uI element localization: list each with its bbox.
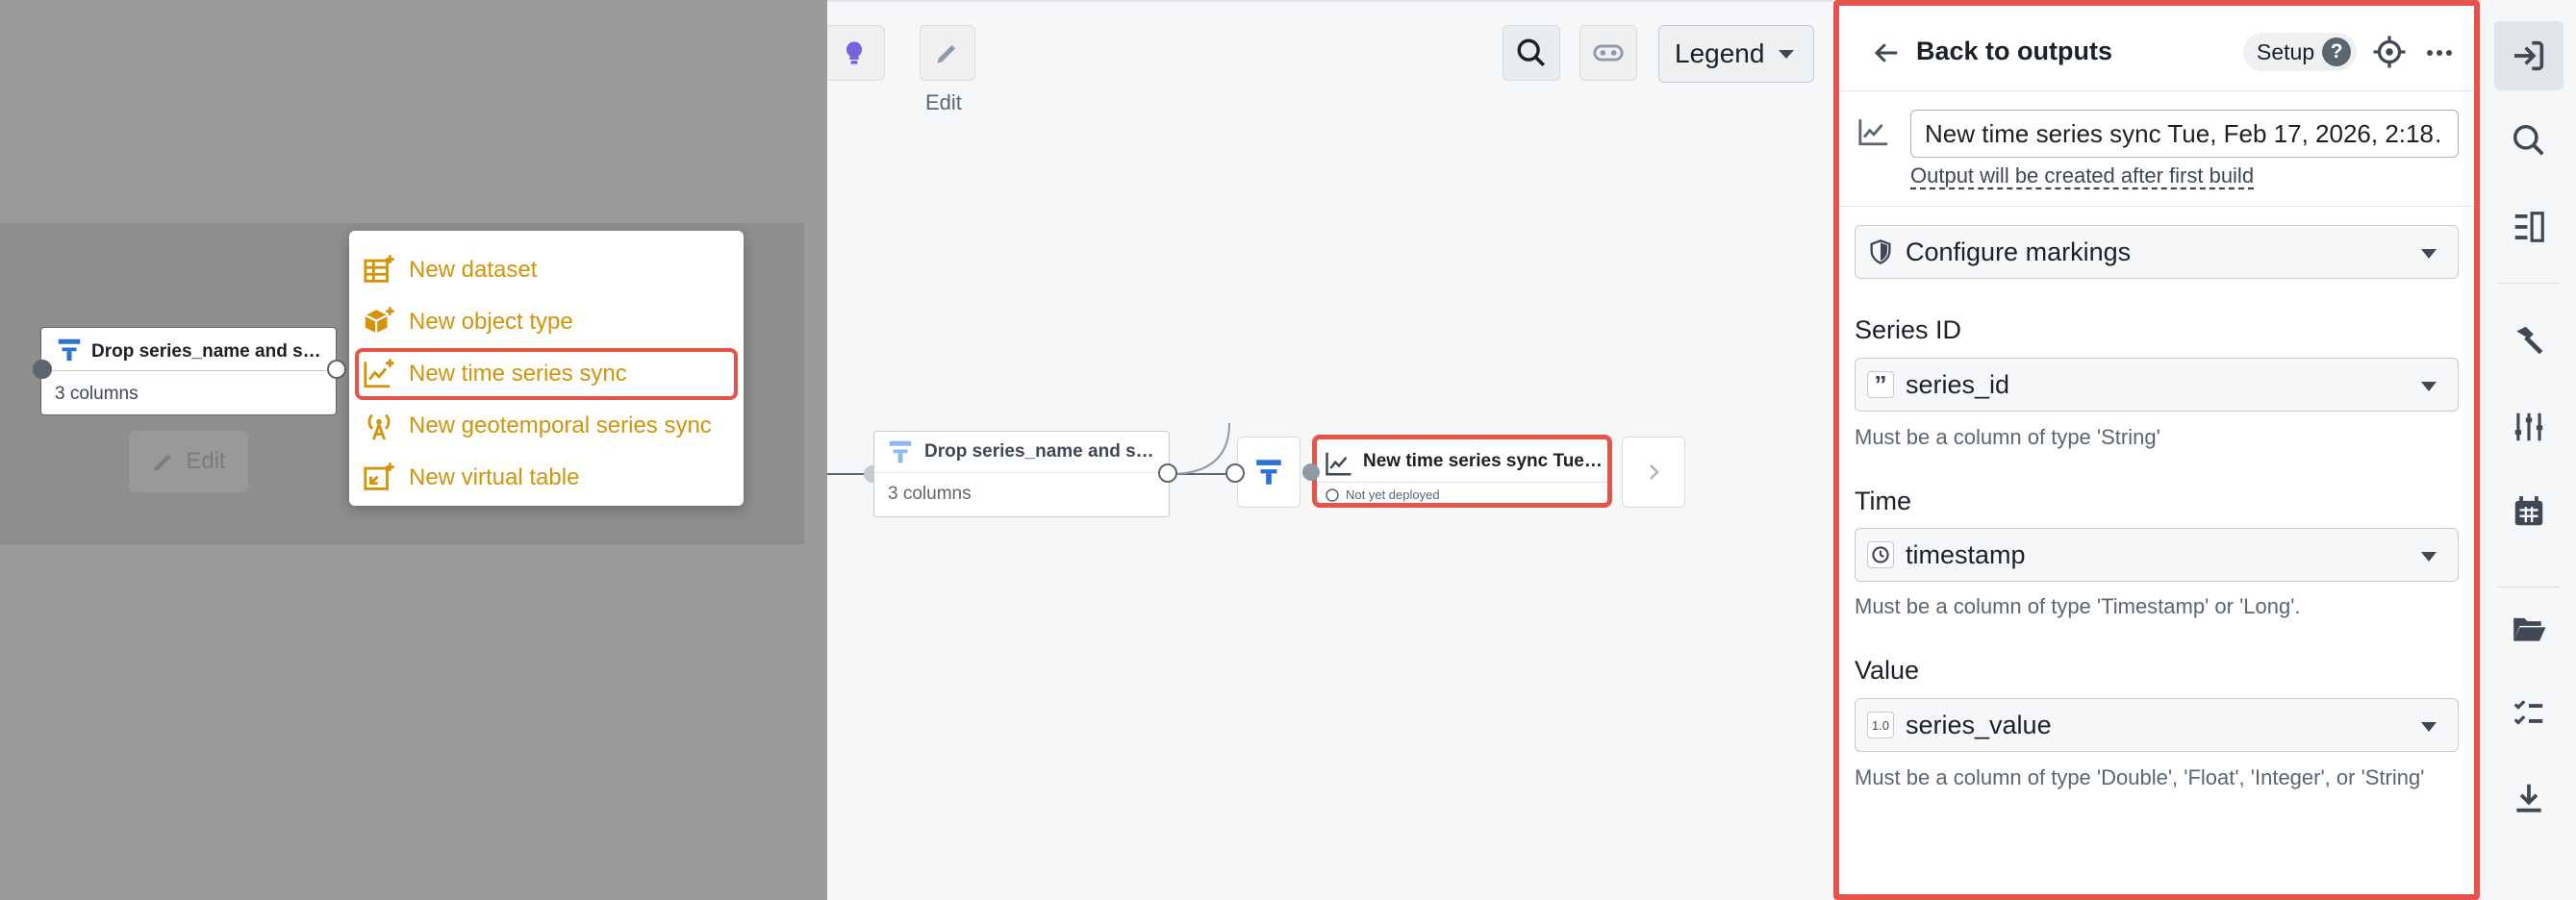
- menu-item-new-time-series-sync[interactable]: New time series sync: [349, 348, 744, 400]
- value-select[interactable]: 1.0 series_value: [1855, 698, 2459, 752]
- transform-icon: [58, 338, 81, 362]
- sliders-icon: [2514, 412, 2543, 441]
- shield-icon: [1870, 239, 1891, 264]
- rail-checks-button[interactable]: [2494, 679, 2563, 748]
- output-name-input[interactable]: [1910, 110, 2459, 158]
- transform-input-port[interactable]: [1225, 463, 1245, 483]
- menu-item-new-virtual-table[interactable]: New virtual table: [349, 452, 744, 504]
- series-id-label: Series ID: [1855, 315, 1962, 344]
- menu-item-new-geotemporal-series-sync[interactable]: New geotemporal series sync: [349, 400, 744, 452]
- timeseries-add-icon: [364, 359, 394, 388]
- transform-icon: [889, 440, 912, 463]
- value-label: Value: [1855, 656, 1920, 685]
- chevron-down-icon: [2421, 722, 2437, 732]
- locate-icon[interactable]: [2372, 35, 2407, 69]
- rail-parameters-button[interactable]: [2494, 392, 2563, 462]
- time-series-sync-node[interactable]: New time series sync Tue… Not yet deploy…: [1312, 435, 1612, 508]
- help-icon: ?: [2322, 38, 2352, 66]
- rail-files-button[interactable]: [2494, 594, 2563, 663]
- folder-open-icon: [2513, 617, 2546, 641]
- node-title: New time series sync Tue…: [1363, 451, 1603, 471]
- back-to-outputs-link[interactable]: Back to outputs: [1916, 37, 2112, 66]
- checklist-icon: [2513, 700, 2543, 725]
- menu-item-new-object-type[interactable]: New object type: [349, 296, 744, 348]
- dataset-add-icon: [364, 255, 394, 283]
- node-subtitle: 3 columns: [888, 484, 972, 504]
- pencil-icon: [154, 454, 171, 471]
- drop-columns-node[interactable]: Drop series_name and s… 3 columns: [873, 431, 1170, 517]
- series-id-select[interactable]: ” series_id: [1855, 358, 2459, 412]
- chevron-down-icon: [2421, 552, 2437, 562]
- layout-icon: [2514, 212, 2544, 242]
- timeseries-icon: [1858, 119, 1888, 146]
- configure-markings-select[interactable]: Configure markings: [1855, 225, 2459, 279]
- drop-columns-node[interactable]: Drop series_name and s… 3 columns: [40, 327, 337, 415]
- first-build-hint[interactable]: Output will be created after first build: [1910, 163, 2254, 188]
- transform-node-button[interactable]: [1237, 437, 1301, 508]
- pipeline-graph-canvas[interactable]: Edit Legend Drop series_name and s… 3 co…: [827, 0, 1833, 900]
- node-input-port[interactable]: [33, 360, 52, 379]
- rail-search-button[interactable]: [2494, 106, 2563, 175]
- output-configuration-panel: Back to outputs Setup ? Output will be c…: [1833, 0, 2480, 900]
- drop-node-output-port[interactable]: [1158, 463, 1177, 483]
- series-id-help: Must be a column of type 'String': [1855, 425, 2160, 449]
- node-subtitle: 3 columns: [55, 384, 139, 404]
- transform-icon: [1256, 460, 1281, 485]
- menu-item-new-dataset[interactable]: New dataset: [349, 244, 744, 296]
- rail-export-button[interactable]: [2494, 763, 2563, 833]
- chevron-down-icon: [2421, 382, 2437, 391]
- search-icon: [2513, 125, 2544, 156]
- numeric-type-icon: 1.0: [1867, 712, 1894, 738]
- setup-button[interactable]: Setup ?: [2243, 33, 2358, 71]
- chevron-right-icon: [1650, 464, 1659, 480]
- time-label: Time: [1855, 487, 1911, 515]
- ts-node-input-port[interactable]: [1302, 463, 1320, 481]
- cube-add-icon: [365, 307, 394, 334]
- status-circle-icon: [1326, 488, 1339, 502]
- node-output-port[interactable]: [327, 360, 346, 379]
- string-type-icon: ”: [1867, 371, 1894, 398]
- antenna-icon: [367, 413, 391, 440]
- previous-step-overlay: Drop series_name and s… 3 columns Edit N…: [0, 0, 827, 900]
- value-help: Must be a column of type 'Double', 'Floa…: [1855, 765, 2425, 789]
- node-status: Not yet deployed: [1346, 488, 1440, 502]
- dimmed-edit-button: Edit: [129, 431, 248, 492]
- exit-icon: [2514, 40, 2544, 71]
- rail-schedule-button[interactable]: [2494, 477, 2563, 546]
- rail-build-button[interactable]: [2494, 306, 2563, 375]
- timeseries-icon: [1326, 452, 1351, 476]
- rail-exit-button[interactable]: [2494, 21, 2563, 90]
- time-select[interactable]: timestamp: [1855, 528, 2459, 582]
- clock-icon: [1867, 541, 1894, 568]
- right-sidebar-rail: [2480, 0, 2576, 900]
- node-title: Drop series_name and s…: [924, 441, 1154, 462]
- virtual-table-icon: [364, 462, 394, 490]
- more-options-icon[interactable]: [2422, 38, 2457, 67]
- hammer-icon: [2516, 326, 2543, 355]
- node-title: Drop series_name and s…: [91, 341, 321, 362]
- time-help: Must be a column of type 'Timestamp' or …: [1855, 594, 2301, 618]
- expand-node-button[interactable]: [1622, 437, 1685, 508]
- add-output-menu: New dataset New object type New time ser…: [349, 231, 744, 506]
- arrow-left-icon[interactable]: [1870, 38, 1903, 67]
- chevron-down-icon: [2421, 249, 2437, 259]
- rail-layout-button[interactable]: [2494, 192, 2563, 262]
- calendar-icon: [2514, 496, 2543, 526]
- download-icon: [2516, 784, 2541, 812]
